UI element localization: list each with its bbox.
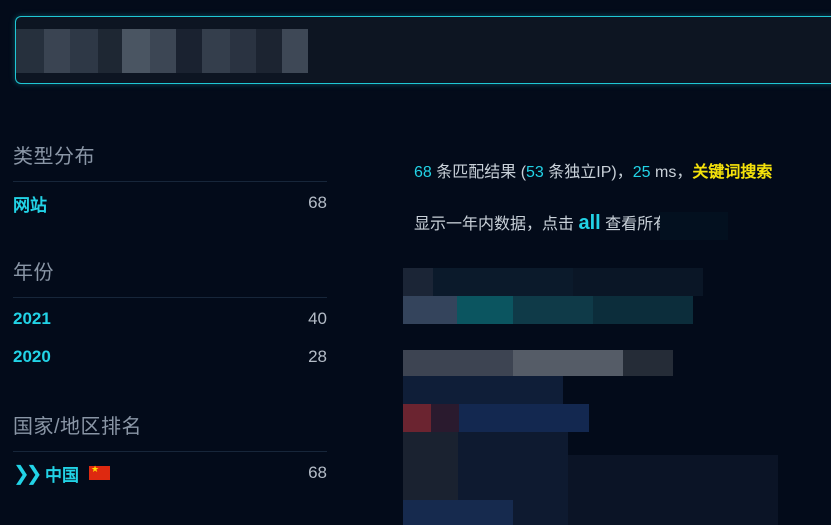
year-item-2020[interactable]: 2020 28 [13,338,327,376]
type-item-website[interactable]: 网站 68 [13,184,327,222]
time-value: 25 [632,164,651,181]
year-item-count: 28 [308,347,327,366]
hint-prefix: 显示一年内数据，点击 [414,216,575,233]
match-text: 条匹配结果 ( [436,164,527,181]
year-item-label: 2020 [13,347,51,366]
country-item-china[interactable]: ❯❯ 中国 68 [13,454,327,492]
type-item-count: 68 [308,193,327,212]
year-item-2021[interactable]: 2021 40 [13,300,327,338]
year-item-label: 2021 [13,309,51,328]
china-flag-icon [89,464,110,480]
type-section-title: 类型分布 [13,140,327,182]
result-summary: 68 条匹配结果 (53 条独立IP)，25 ms，关键词搜索 [414,158,772,182]
country-item-count: 68 [308,463,327,482]
type-section: 类型分布 网站 68 [13,140,327,222]
country-item-label: 中国 [45,465,79,485]
match-count: 68 [414,164,432,181]
country-section-title: 国家/地区排名 [13,410,327,452]
year-item-count: 40 [308,309,327,328]
year-section: 年份 2021 40 2020 28 [13,256,327,376]
country-section: 国家/地区排名 ❯❯ 中国 68 [13,410,327,492]
double-chevron-right-icon[interactable]: ❯❯ [13,461,43,486]
search-input[interactable] [28,27,632,75]
keyword-search-link[interactable]: 关键词搜索 [692,164,772,181]
time-range-hint: 显示一年内数据，点击 all 查看所有 [414,210,669,235]
unique-ip-text: 条独立IP)， [548,164,633,181]
search-bar[interactable] [15,16,831,84]
type-item-label: 网站 [13,195,47,215]
filter-sidebar: 类型分布 网站 68 年份 2021 40 2020 28 国家/地区排名 ❯❯… [13,140,327,492]
unique-ip-count: 53 [526,164,544,181]
all-link[interactable]: all [578,212,600,234]
year-section-title: 年份 [13,256,327,298]
time-unit: ms， [654,164,693,181]
